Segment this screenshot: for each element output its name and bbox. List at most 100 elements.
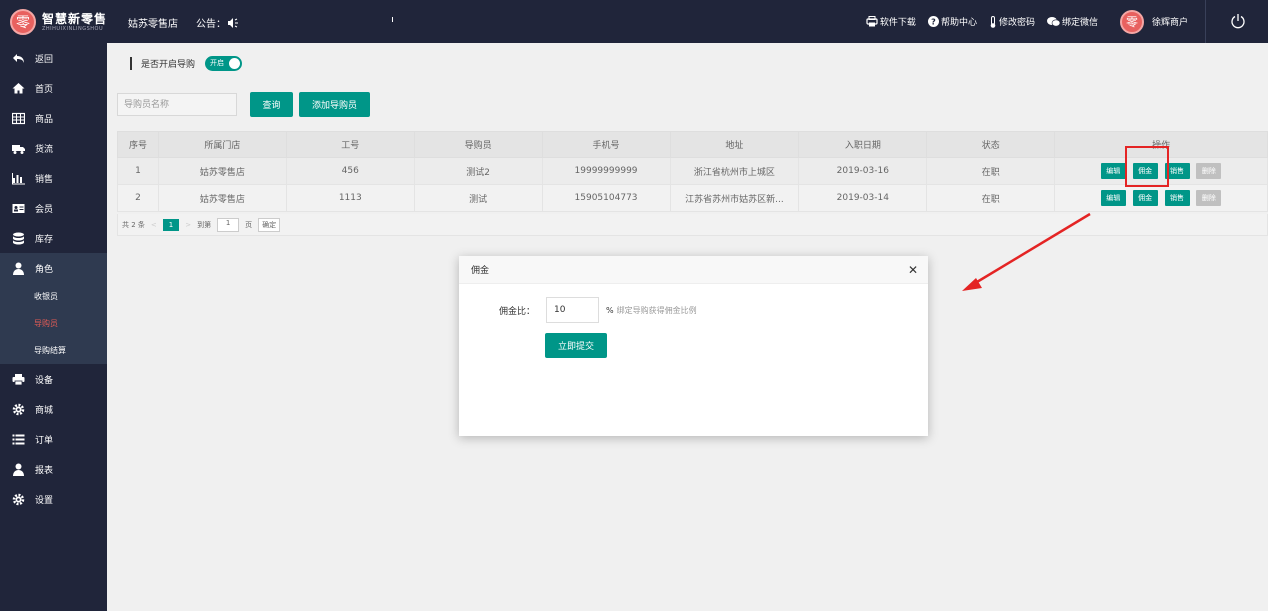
sidebar-item-label: 销售 bbox=[35, 174, 54, 185]
column-header: 所属门店 bbox=[157, 131, 287, 158]
pagination-prev[interactable]: < bbox=[151, 221, 157, 229]
column-header: 手机号 bbox=[541, 131, 671, 158]
notice-ticker bbox=[392, 17, 393, 22]
commission-dialog: 佣金 ✕ 佣金比： % 绑定导购获得佣金比例 立即提交 bbox=[459, 256, 928, 436]
printer-icon bbox=[12, 373, 25, 385]
notice[interactable]: 公告： bbox=[196, 15, 239, 30]
table-cell: 19999999999 bbox=[541, 157, 671, 185]
table-cell: 15905104773 bbox=[541, 184, 671, 212]
edit-button[interactable]: 编辑 bbox=[1100, 190, 1126, 206]
pagination-confirm-button[interactable]: 确定 bbox=[258, 217, 281, 232]
user-name[interactable]: 徐辉商户 bbox=[1152, 15, 1188, 28]
commission-rate-input[interactable] bbox=[546, 297, 599, 323]
table-cell: 1113 bbox=[285, 184, 415, 212]
submit-button[interactable]: 立即提交 bbox=[545, 333, 607, 358]
sidebar-subitem-shopping-guide[interactable]: 导购员 bbox=[0, 310, 107, 337]
bind-wechat-link[interactable]: 绑定微信 bbox=[1046, 15, 1098, 28]
sidebar-item-mall[interactable]: 商城 bbox=[0, 394, 107, 424]
sidebar-item-label: 订单 bbox=[35, 435, 54, 446]
user-icon bbox=[13, 262, 24, 275]
sidebar-subitem-cashier[interactable]: 收银员 bbox=[0, 283, 107, 310]
edit-button[interactable]: 编辑 bbox=[1100, 163, 1126, 179]
sidebar-item-label: 角色 bbox=[35, 264, 54, 275]
sidebar-item-label: 报表 bbox=[35, 465, 54, 476]
pagination: 共 2 条 < 1 > 到第 1 页 确定 bbox=[117, 214, 1268, 236]
pagination-total: 共 2 条 bbox=[122, 220, 145, 229]
logo-mark: 零 bbox=[10, 9, 36, 35]
help-center-link[interactable]: ? 帮助中心 bbox=[927, 15, 977, 28]
software-download-link[interactable]: 软件下载 bbox=[866, 15, 916, 28]
pagination-next[interactable]: > bbox=[185, 221, 191, 229]
change-password-link[interactable]: 修改密码 bbox=[989, 15, 1035, 28]
commission-button[interactable]: 佣金 bbox=[1132, 190, 1158, 206]
user-avatar[interactable]: 零 bbox=[1119, 9, 1144, 34]
column-header: 入职日期 bbox=[798, 131, 928, 158]
sidebar-item-home[interactable]: 首页 bbox=[0, 73, 107, 103]
sidebar-item-members[interactable]: 会员 bbox=[0, 193, 107, 223]
sidebar-item-inventory[interactable]: 库存 bbox=[0, 223, 107, 253]
help-center-label: 帮助中心 bbox=[940, 18, 977, 28]
sidebar-item-back[interactable]: 返回 bbox=[0, 43, 107, 73]
guide-name-search-input[interactable] bbox=[117, 93, 237, 116]
query-button[interactable]: 查询 bbox=[250, 92, 293, 117]
section-marker bbox=[130, 56, 132, 70]
sidebar-item-products[interactable]: 商品 bbox=[0, 103, 107, 133]
pagination-page-unit: 页 bbox=[245, 220, 253, 229]
annotation-highlight-box bbox=[1125, 146, 1169, 187]
table-cell: 2019-03-16 bbox=[798, 157, 928, 185]
delete-button[interactable]: 删除 bbox=[1196, 190, 1222, 206]
logo[interactable]: 零 智慧新零售 ZHIHUIXINLINGSHOU bbox=[10, 8, 107, 36]
list-icon bbox=[12, 434, 25, 444]
sales-button[interactable]: 销售 bbox=[1164, 190, 1190, 206]
sidebar-item-label: 设置 bbox=[35, 495, 54, 506]
pagination-current-page[interactable]: 1 bbox=[162, 218, 180, 231]
printer-icon bbox=[866, 16, 878, 27]
guide-toggle-switch[interactable]: 开启 bbox=[205, 55, 243, 71]
table-row: 1 姑苏零售店 456 测试2 19999999999 浙江省杭州市上城区 20… bbox=[117, 157, 1268, 185]
close-icon[interactable]: ✕ bbox=[908, 264, 918, 276]
table-cell: 姑苏零售店 bbox=[157, 184, 287, 212]
sidebar-item-orders[interactable]: 订单 bbox=[0, 424, 107, 454]
sidebar-item-logistics[interactable]: 货流 bbox=[0, 133, 107, 163]
help-icon: ? bbox=[927, 16, 939, 27]
grid-icon bbox=[12, 112, 25, 124]
sidebar-subnav-roles: 收银员 导购员 导购结算 bbox=[0, 283, 107, 364]
sidebar-item-label: 库存 bbox=[35, 234, 54, 245]
sidebar-item-label: 商城 bbox=[35, 405, 54, 416]
dialog-title: 佣金 bbox=[471, 266, 490, 276]
logout-button[interactable] bbox=[1230, 13, 1246, 32]
table-cell: 在职 bbox=[926, 157, 1056, 185]
sidebar-subitem-guide-settlement[interactable]: 导购结算 bbox=[0, 337, 107, 364]
sidebar-item-label: 设备 bbox=[35, 375, 54, 386]
sidebar-item-devices[interactable]: 设备 bbox=[0, 364, 107, 394]
table-cell: 1 bbox=[117, 157, 159, 185]
sidebar-item-label: 返回 bbox=[35, 54, 54, 65]
sidebar-item-settings[interactable]: 设置 bbox=[0, 484, 107, 514]
guide-toggle-row: 是否开启导购 开启 bbox=[130, 55, 243, 71]
database-icon bbox=[13, 232, 24, 244]
logo-text: 智慧新零售 ZHIHUIXINLINGSHOU bbox=[42, 13, 107, 32]
commission-rate-field: 佣金比： % 绑定导购获得佣金比例 bbox=[459, 297, 697, 323]
delete-button[interactable]: 删除 bbox=[1196, 163, 1222, 179]
id-card-icon bbox=[12, 203, 25, 213]
column-header: 状态 bbox=[926, 131, 1056, 158]
pagination-goto-input[interactable]: 1 bbox=[217, 217, 240, 232]
sidebar-item-sales[interactable]: 销售 bbox=[0, 163, 107, 193]
gear-icon bbox=[12, 403, 25, 415]
column-header: 序号 bbox=[117, 131, 159, 158]
logo-subtitle: ZHIHUIXINLINGSHOU bbox=[42, 25, 104, 32]
switch-knob bbox=[229, 57, 241, 69]
sidebar-item-roles[interactable]: 角色 bbox=[0, 253, 107, 283]
add-guide-button[interactable]: 添加导购员 bbox=[299, 92, 370, 117]
sidebar-item-reports[interactable]: 报表 bbox=[0, 454, 107, 484]
power-icon bbox=[1231, 14, 1245, 29]
percent-unit: % bbox=[606, 305, 614, 315]
table-cell: 2 bbox=[117, 184, 159, 212]
table-cell: 456 bbox=[285, 157, 415, 185]
top-bar: 零 智慧新零售 ZHIHUIXINLINGSHOU 姑苏零售店 公告： 软件下载… bbox=[0, 0, 1268, 43]
guide-toggle-text: 开启 bbox=[210, 59, 225, 67]
top-links: 软件下载 ? 帮助中心 修改密码 绑定微信 零 徐辉商户 bbox=[854, 0, 1188, 43]
sidebar-item-label: 商品 bbox=[35, 114, 54, 125]
commission-hint: 绑定导购获得佣金比例 bbox=[616, 305, 697, 315]
dialog-header: 佣金 ✕ bbox=[459, 256, 928, 284]
